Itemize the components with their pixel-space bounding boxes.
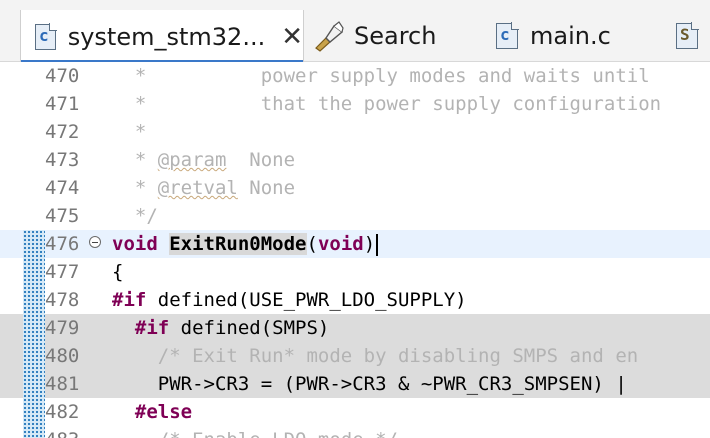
code-line[interactable]: 481 PWR->CR3 = (PWR->CR3 & ~PWR_CR3_SMPS…	[0, 370, 710, 398]
code-token: * that the power supply configuration	[112, 93, 662, 115]
code-line[interactable]: 482 #else	[0, 398, 710, 426]
code-token: @retval	[157, 177, 238, 199]
code-token: *	[112, 121, 147, 143]
code-token: None	[226, 149, 296, 171]
line-number: 480	[45, 345, 80, 367]
code-line[interactable]: 483 /* Enable LDO mode */	[0, 426, 710, 438]
line-number: 470	[45, 65, 80, 87]
c-file-icon: c	[496, 22, 519, 49]
change-marker	[23, 146, 45, 174]
code-line[interactable]: 472 *	[0, 118, 710, 146]
tab-label: Search	[354, 22, 437, 50]
line-number: 477	[45, 261, 80, 283]
change-marker	[23, 230, 45, 258]
tab-label: main.c	[530, 22, 611, 50]
code-token: {	[112, 261, 124, 283]
code-text: * @param None	[112, 146, 295, 174]
code-line[interactable]: 478 #if defined(USE_PWR_LDO_SUPPLY)	[0, 286, 710, 314]
code-token: defined(USE_PWR_LDO_SUPPLY)	[146, 289, 467, 311]
close-icon[interactable]: ✕	[281, 24, 303, 50]
code-token: /* Enable LDO mode */	[112, 429, 398, 438]
code-text: #else	[112, 398, 192, 426]
code-line[interactable]: 476 void ExitRun0Mode(void)	[0, 230, 710, 258]
code-text: {	[112, 258, 123, 286]
code-line[interactable]: 479 #if defined(SMPS)	[0, 314, 710, 342]
change-marker	[23, 398, 45, 426]
code-token: * power supply modes and waits until	[112, 65, 650, 87]
code-line[interactable]: 480 /* Exit Run* mode by disabling SMPS …	[0, 342, 710, 370]
code-text: */	[112, 202, 158, 230]
line-number: 479	[45, 317, 80, 339]
code-token: */	[112, 205, 158, 227]
code-text: #if defined(USE_PWR_LDO_SUPPLY)	[112, 286, 467, 314]
code-token: (	[306, 233, 318, 255]
change-marker	[23, 118, 45, 146]
line-number: 472	[45, 121, 80, 143]
code-line[interactable]: 473 * @param None	[0, 146, 710, 174]
code-token: @param	[157, 149, 227, 171]
change-marker	[23, 90, 45, 118]
tab-search[interactable]: Search	[312, 10, 482, 62]
change-marker	[23, 258, 45, 286]
code-line[interactable]: 471 * that the power supply configuratio…	[0, 90, 710, 118]
code-line[interactable]: 474 * @retval None	[0, 174, 710, 202]
line-number: 475	[45, 205, 80, 227]
code-token: )	[363, 233, 376, 255]
code-text: *	[112, 118, 146, 146]
code-text: #if defined(SMPS)	[112, 314, 329, 342]
change-marker	[23, 370, 45, 398]
change-marker	[23, 426, 45, 438]
code-text: * @retval None	[112, 174, 295, 202]
line-number: 481	[45, 373, 80, 395]
code-editor[interactable]: 470 * power supply modes and waits until…	[0, 62, 710, 438]
line-number: 482	[45, 401, 80, 423]
change-marker	[23, 174, 45, 202]
code-token: ExitRun0Mode	[169, 233, 307, 255]
tab-s-file[interactable]: S	[676, 10, 710, 62]
code-line[interactable]: 475 */	[0, 202, 710, 230]
change-marker	[23, 342, 45, 370]
line-number: 483	[45, 426, 89, 438]
code-text: /* Exit Run* mode by disabling SMPS and …	[112, 342, 638, 370]
code-line[interactable]: 477 {	[0, 258, 710, 286]
line-number: 474	[45, 177, 80, 199]
line-number: 473	[45, 149, 80, 171]
code-text: * that the power supply configuration	[112, 90, 661, 118]
code-token: void	[112, 233, 158, 255]
tab-system-stm32[interactable]: c system_stm32... ✕	[20, 10, 304, 63]
code-text: /* Enable LDO mode */	[112, 426, 398, 438]
code-token: #if	[134, 317, 170, 339]
search-torch-icon	[315, 21, 344, 52]
code-token: None	[237, 177, 296, 199]
code-line[interactable]: 470 * power supply modes and waits until	[0, 62, 710, 90]
editor-tab-bar: c system_stm32... ✕ Search c main.c S	[0, 0, 710, 63]
line-number: 471	[45, 93, 80, 115]
code-text: void ExitRun0Mode(void)	[112, 230, 379, 258]
text-caret	[376, 233, 379, 256]
change-marker	[23, 314, 45, 342]
c-file-icon: c	[35, 22, 57, 50]
code-token: *	[112, 177, 158, 199]
code-token: void	[317, 233, 364, 255]
code-token: /* Exit Run* mode by disabling SMPS and …	[112, 345, 639, 367]
fold-collapse-icon[interactable]	[89, 236, 101, 248]
code-text: * power supply modes and waits until	[112, 62, 650, 90]
change-marker	[23, 62, 45, 90]
change-marker	[23, 202, 45, 230]
tab-label: system_stm32...	[67, 22, 266, 51]
line-number: 476	[45, 233, 80, 255]
code-token: #if	[112, 289, 147, 311]
code-text: PWR->CR3 = (PWR->CR3 & ~PWR_CR3_SMPSEN) …	[112, 370, 627, 398]
code-token: defined(SMPS)	[169, 317, 330, 339]
code-token: *	[112, 149, 158, 171]
code-token: PWR->CR3 = (PWR->CR3 & ~PWR_CR3_SMPSEN) …	[112, 373, 627, 395]
tab-main-c[interactable]: c main.c	[496, 10, 656, 62]
s-file-icon: S	[676, 22, 699, 49]
code-token: #else	[134, 401, 193, 423]
change-marker	[23, 286, 45, 314]
line-number: 478	[45, 289, 80, 311]
